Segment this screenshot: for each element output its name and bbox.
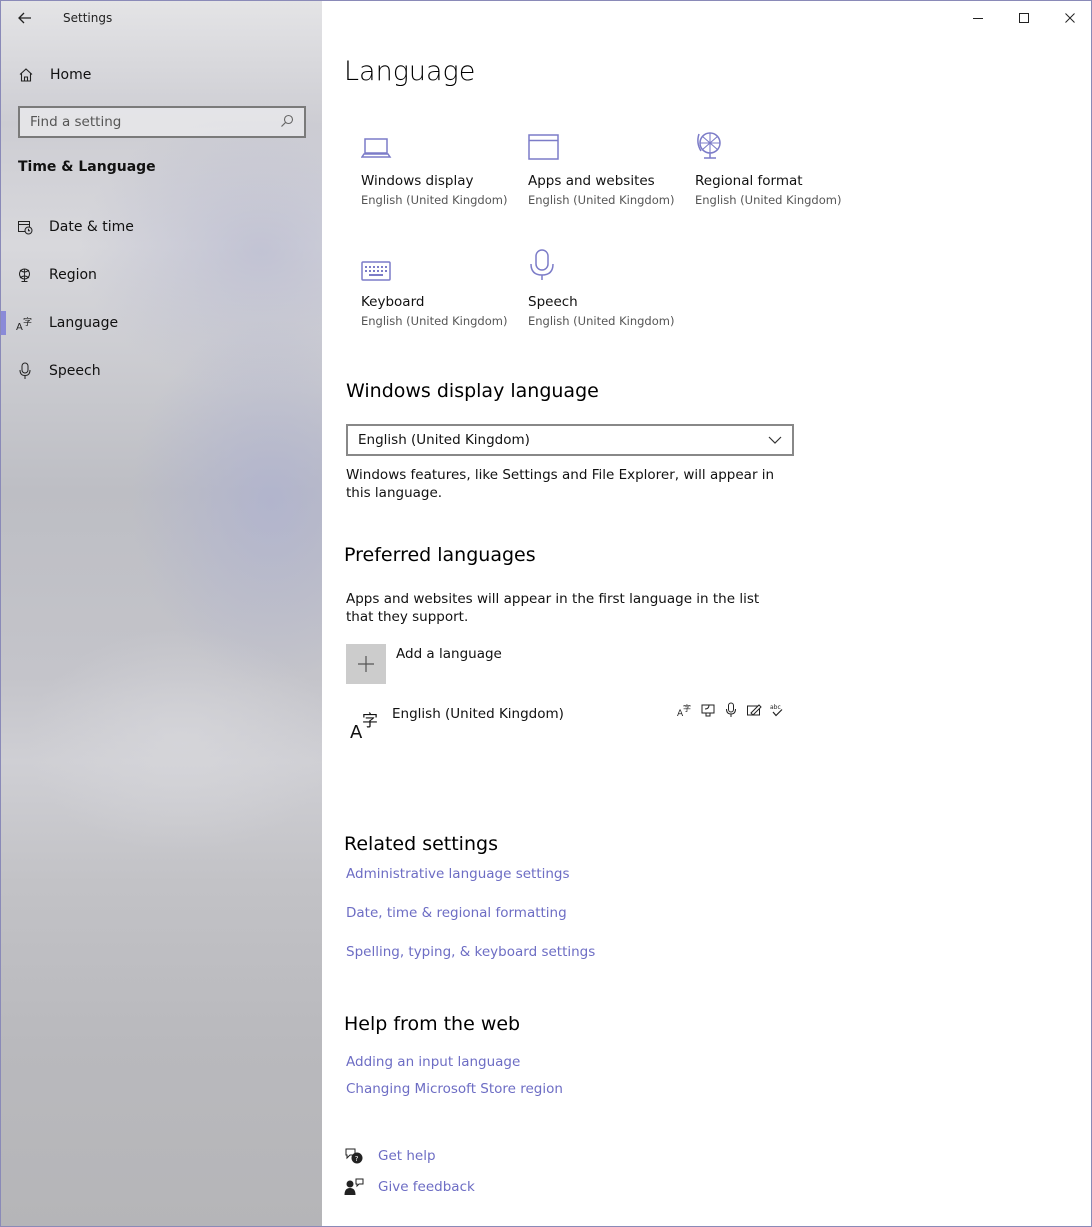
link-spelling-typing-keyboard-settings[interactable]: Spelling, typing, & keyboard settings (346, 944, 595, 960)
get-help-label: Get help (378, 1148, 436, 1164)
tile-title: Apps and websites (528, 173, 655, 189)
sidebar-item-language[interactable]: A字 Language (1, 303, 322, 343)
plus-icon (346, 644, 386, 684)
display-language-heading: Windows display language (346, 380, 599, 402)
svg-text:abc: abc (770, 704, 781, 711)
tile-regional-format[interactable]: Regional format English (United Kingdom) (695, 121, 855, 221)
get-help-link[interactable]: ? Get help (344, 1147, 436, 1165)
regional-globe-icon (695, 121, 855, 161)
feedback-person-icon (344, 1178, 364, 1195)
section-heading: Time & Language (18, 159, 156, 175)
give-feedback-link[interactable]: Give feedback (344, 1178, 475, 1196)
sidebar-item-speech[interactable]: Speech (1, 351, 322, 391)
sidebar-item-region[interactable]: Region (1, 255, 322, 295)
link-adding-input-language[interactable]: Adding an input language (346, 1054, 520, 1070)
settings-window: Settings Home Time & Language Date & tim… (0, 0, 1092, 1227)
sidebar-item-label: Date & time (49, 219, 134, 235)
microphone-icon (528, 242, 688, 282)
chat-help-icon: ? (345, 1148, 363, 1164)
handwriting-feature-icon (745, 701, 763, 719)
language-list-item[interactable]: A字 English (United Kingdom) A字 abc (346, 701, 786, 751)
tile-apps-websites[interactable]: Apps and websites English (United Kingdo… (528, 121, 688, 221)
spell-check-feature-icon: abc (768, 701, 786, 719)
help-from-web-heading: Help from the web (344, 1013, 521, 1035)
home-icon (2, 67, 50, 83)
nav-home-label: Home (50, 67, 92, 83)
sidebar-item-label: Region (49, 267, 97, 283)
sidebar: Settings Home Time & Language Date & tim… (1, 1, 322, 1226)
search-input[interactable] (30, 114, 260, 130)
tile-subtitle: English (United Kingdom) (361, 314, 508, 328)
minimize-button[interactable] (955, 1, 1001, 35)
dropdown-value: English (United Kingdom) (358, 432, 530, 448)
calendar-clock-icon (1, 219, 49, 235)
minimize-icon (973, 18, 983, 19)
maximize-button[interactable] (1001, 1, 1047, 35)
close-button[interactable] (1047, 1, 1091, 35)
give-feedback-label: Give feedback (378, 1179, 475, 1195)
preferred-languages-heading: Preferred languages (344, 544, 536, 566)
preferred-languages-description: Apps and websites will appear in the fir… (346, 591, 760, 625)
main-content: Language Windows display English (United… (322, 1, 1091, 1226)
svg-text:A: A (16, 322, 23, 331)
tile-title: Speech (528, 294, 578, 310)
display-language-description: Windows features, like Settings and File… (346, 467, 775, 501)
title-bar: Settings (1, 1, 322, 35)
link-changing-store-region[interactable]: Changing Microsoft Store region (346, 1081, 563, 1097)
related-settings-heading: Related settings (344, 833, 498, 855)
language-icon: A字 (348, 706, 382, 744)
sidebar-item-label: Speech (49, 363, 101, 379)
svg-text:字: 字 (23, 316, 32, 328)
svg-text:字: 字 (362, 711, 378, 730)
tile-subtitle: English (United Kingdom) (528, 314, 675, 328)
tile-title: Keyboard (361, 294, 425, 310)
language-feature-icons: A字 abc (676, 701, 786, 719)
speech-recognition-feature-icon (722, 701, 740, 719)
microphone-icon (1, 362, 49, 380)
svg-text:?: ? (355, 1155, 359, 1163)
tile-windows-display[interactable]: Windows display English (United Kingdom) (361, 121, 521, 221)
display-language-dropdown[interactable]: English (United Kingdom) (346, 424, 794, 456)
maximize-icon (1019, 13, 1029, 23)
browser-window-icon (528, 121, 688, 161)
tile-keyboard[interactable]: Keyboard English (United Kingdom) (361, 242, 521, 342)
sidebar-item-date-time[interactable]: Date & time (1, 207, 322, 247)
add-language-button[interactable]: Add a language (346, 644, 502, 684)
close-icon (1065, 13, 1075, 23)
display-language-feature-icon: A字 (676, 701, 694, 719)
sidebar-item-label: Language (49, 315, 119, 331)
text-to-speech-feature-icon (699, 701, 717, 719)
tile-title: Regional format (695, 173, 803, 189)
page-title: Language (344, 56, 476, 87)
window-controls (955, 1, 1091, 35)
globe-icon (1, 267, 49, 283)
tile-speech[interactable]: Speech English (United Kingdom) (528, 242, 688, 342)
back-arrow-icon (18, 12, 31, 24)
tile-title: Windows display (361, 173, 474, 189)
nav-home[interactable]: Home (1, 59, 322, 91)
language-name: English (United Kingdom) (392, 706, 564, 722)
add-language-label: Add a language (396, 646, 502, 662)
tile-subtitle: English (United Kingdom) (695, 193, 842, 207)
search-icon[interactable] (280, 113, 294, 132)
back-button[interactable] (1, 1, 49, 35)
laptop-icon (361, 121, 521, 161)
tile-subtitle: English (United Kingdom) (361, 193, 508, 207)
link-administrative-language-settings[interactable]: Administrative language settings (346, 866, 570, 882)
search-box[interactable] (18, 106, 306, 138)
tile-subtitle: English (United Kingdom) (528, 193, 675, 207)
link-date-time-regional-formatting[interactable]: Date, time & regional formatting (346, 905, 567, 921)
keyboard-icon (361, 242, 521, 282)
language-icon: A字 (1, 315, 49, 331)
svg-text:字: 字 (683, 703, 691, 713)
app-title: Settings (63, 11, 113, 25)
chevron-down-icon (768, 436, 782, 444)
